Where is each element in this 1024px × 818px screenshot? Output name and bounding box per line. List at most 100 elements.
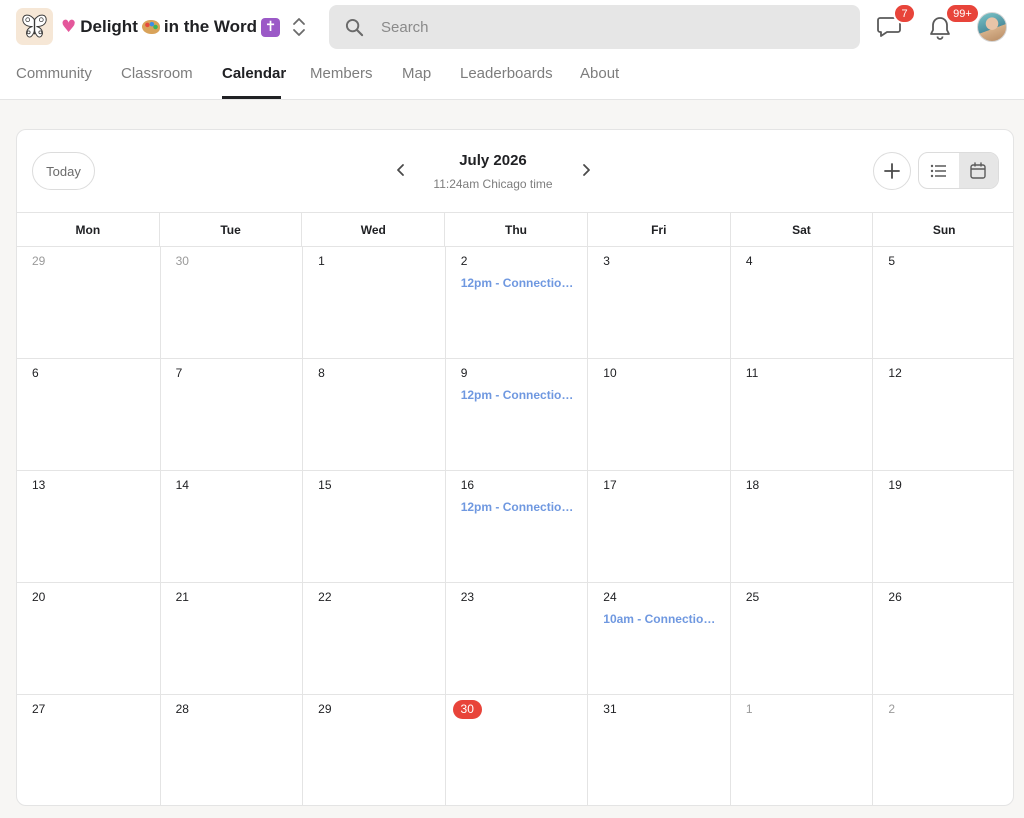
notification-count-badge: 99+: [945, 3, 980, 24]
calendar-icon: [970, 162, 986, 179]
weekday-label: Mon: [75, 223, 101, 237]
search-bar[interactable]: [329, 5, 860, 49]
group-logo[interactable]: [16, 8, 53, 45]
day-number: 9: [460, 366, 468, 380]
calendar-day-cell[interactable]: 18: [729, 471, 873, 583]
calendar-card: Today July 2026 11:24am Chicago time Mon…: [16, 129, 1014, 806]
tab-about[interactable]: About: [580, 65, 619, 82]
tab-map[interactable]: Map: [402, 65, 431, 82]
tab-members[interactable]: Members: [310, 65, 373, 82]
calendar-day-cell[interactable]: 19: [872, 471, 1013, 583]
list-icon: [931, 164, 947, 177]
calendar-day-cell[interactable]: 27: [17, 695, 160, 805]
calendar-day-cell[interactable]: 26: [872, 583, 1013, 695]
day-number: 13: [32, 478, 46, 492]
calendar-day-cell[interactable]: 4: [729, 247, 873, 359]
list-view-button[interactable]: [919, 153, 959, 188]
day-number: 4: [745, 254, 753, 268]
calendar-day-cell[interactable]: 29: [302, 695, 445, 805]
calendar-event[interactable]: 12pm - Connection Call: [461, 276, 579, 290]
calendar-day-cell[interactable]: 22: [302, 583, 445, 695]
calendar-day-cell[interactable]: 16 12pm - Connection Call: [444, 471, 588, 583]
calendar-event[interactable]: 12pm - Connection Call: [461, 388, 579, 402]
timezone-note: 11:24am Chicago time: [433, 177, 553, 191]
plus-icon: [884, 163, 900, 179]
day-number: 1: [745, 702, 753, 716]
day-number: 15: [318, 478, 332, 492]
day-number: 29: [32, 254, 46, 268]
day-number: 2: [888, 702, 896, 716]
day-number: 21: [175, 590, 189, 604]
day-number: 14: [175, 478, 189, 492]
calendar-day-cell[interactable]: 14: [159, 471, 303, 583]
calendar-day-cell[interactable]: 25: [729, 583, 873, 695]
view-toggle: [918, 152, 999, 189]
calendar-day-cell[interactable]: 10: [587, 359, 730, 471]
calendar-day-cell[interactable]: 21: [159, 583, 303, 695]
calendar-day-cell[interactable]: 30: [444, 695, 588, 805]
day-number: 24: [603, 590, 617, 604]
calendar-day-cell[interactable]: 2 12pm - Connection Call: [444, 247, 588, 359]
calendar-day-cell[interactable]: 5: [872, 247, 1013, 359]
butterfly-icon: [22, 14, 47, 38]
month-title: July 2026: [459, 152, 527, 169]
weekday-header: Mon Tue Wed Thu Fri Sat Sun: [17, 212, 1013, 247]
day-number: 2: [460, 254, 468, 268]
day-number: 12: [888, 366, 902, 380]
calendar-day-cell[interactable]: 9 12pm - Connection Call: [444, 359, 588, 471]
day-number: 16: [460, 478, 475, 492]
top-header: ♥ Delight in the Word ✝ 7 99+ Community …: [0, 0, 1024, 100]
group-name[interactable]: ♥ Delight in the Word ✝: [61, 14, 281, 40]
calendar-day-cell[interactable]: 3: [587, 247, 730, 359]
calendar-day-cell[interactable]: 17: [587, 471, 730, 583]
calendar-day-cell[interactable]: 28: [159, 695, 303, 805]
chevron-up-down-icon[interactable]: [290, 16, 308, 38]
chevron-left-icon[interactable]: [393, 162, 409, 178]
weekday-label: Wed: [301, 213, 444, 246]
calendar-day-cell[interactable]: 7: [159, 359, 303, 471]
calendar-day-cell[interactable]: 1: [729, 695, 873, 805]
calendar-day-cell[interactable]: 24 10am - Connection Call: [587, 583, 730, 695]
group-name-rest: in the Word: [163, 17, 258, 36]
day-number: 8: [318, 366, 325, 380]
add-event-button[interactable]: [873, 152, 911, 190]
day-number: 22: [318, 590, 332, 604]
calendar-day-cell[interactable]: 12: [872, 359, 1013, 471]
day-number: 7: [175, 366, 183, 380]
day-number: 18: [745, 478, 760, 492]
calendar-day-cell[interactable]: 31: [587, 695, 730, 805]
day-number: 3: [603, 254, 610, 268]
active-tab-indicator: [222, 96, 281, 99]
calendar-day-cell[interactable]: 11: [729, 359, 873, 471]
month-view-button[interactable]: [958, 153, 998, 188]
calendar-day-cell[interactable]: 2: [872, 695, 1013, 805]
calendar-event[interactable]: 10am - Connection Call: [603, 612, 721, 626]
group-name-first: Delight: [80, 17, 138, 36]
calendar-day-cell[interactable]: 30: [159, 247, 303, 359]
day-number: 20: [32, 590, 46, 604]
user-avatar[interactable]: [977, 12, 1007, 42]
tab-calendar[interactable]: Calendar: [222, 65, 286, 82]
calendar-day-cell[interactable]: 8: [302, 359, 445, 471]
today-button[interactable]: Today: [32, 152, 95, 190]
calendar-day-cell[interactable]: 13: [17, 471, 160, 583]
calendar-day-cell[interactable]: 15: [302, 471, 445, 583]
day-number: 17: [603, 478, 617, 492]
calendar-day-cell[interactable]: 6: [17, 359, 160, 471]
calendar-day-cell[interactable]: 29: [17, 247, 160, 359]
calendar-day-cell[interactable]: 23: [444, 583, 588, 695]
palette-icon: [141, 20, 160, 34]
calendar-day-cell[interactable]: 1: [302, 247, 445, 359]
day-number: 26: [888, 590, 902, 604]
tab-leaderboards[interactable]: Leaderboards: [460, 65, 553, 82]
tab-classroom[interactable]: Classroom: [121, 65, 193, 82]
weekday-label: Tue: [158, 213, 302, 246]
day-number: 29: [318, 702, 332, 716]
tab-community[interactable]: Community: [16, 65, 92, 82]
calendar-day-cell[interactable]: 20: [17, 583, 160, 695]
search-input[interactable]: [381, 5, 841, 49]
heart-icon: ♥: [61, 17, 77, 37]
calendar-event[interactable]: 12pm - Connection Call: [461, 500, 579, 514]
chevron-right-icon[interactable]: [578, 162, 594, 178]
day-number: 25: [745, 590, 760, 604]
